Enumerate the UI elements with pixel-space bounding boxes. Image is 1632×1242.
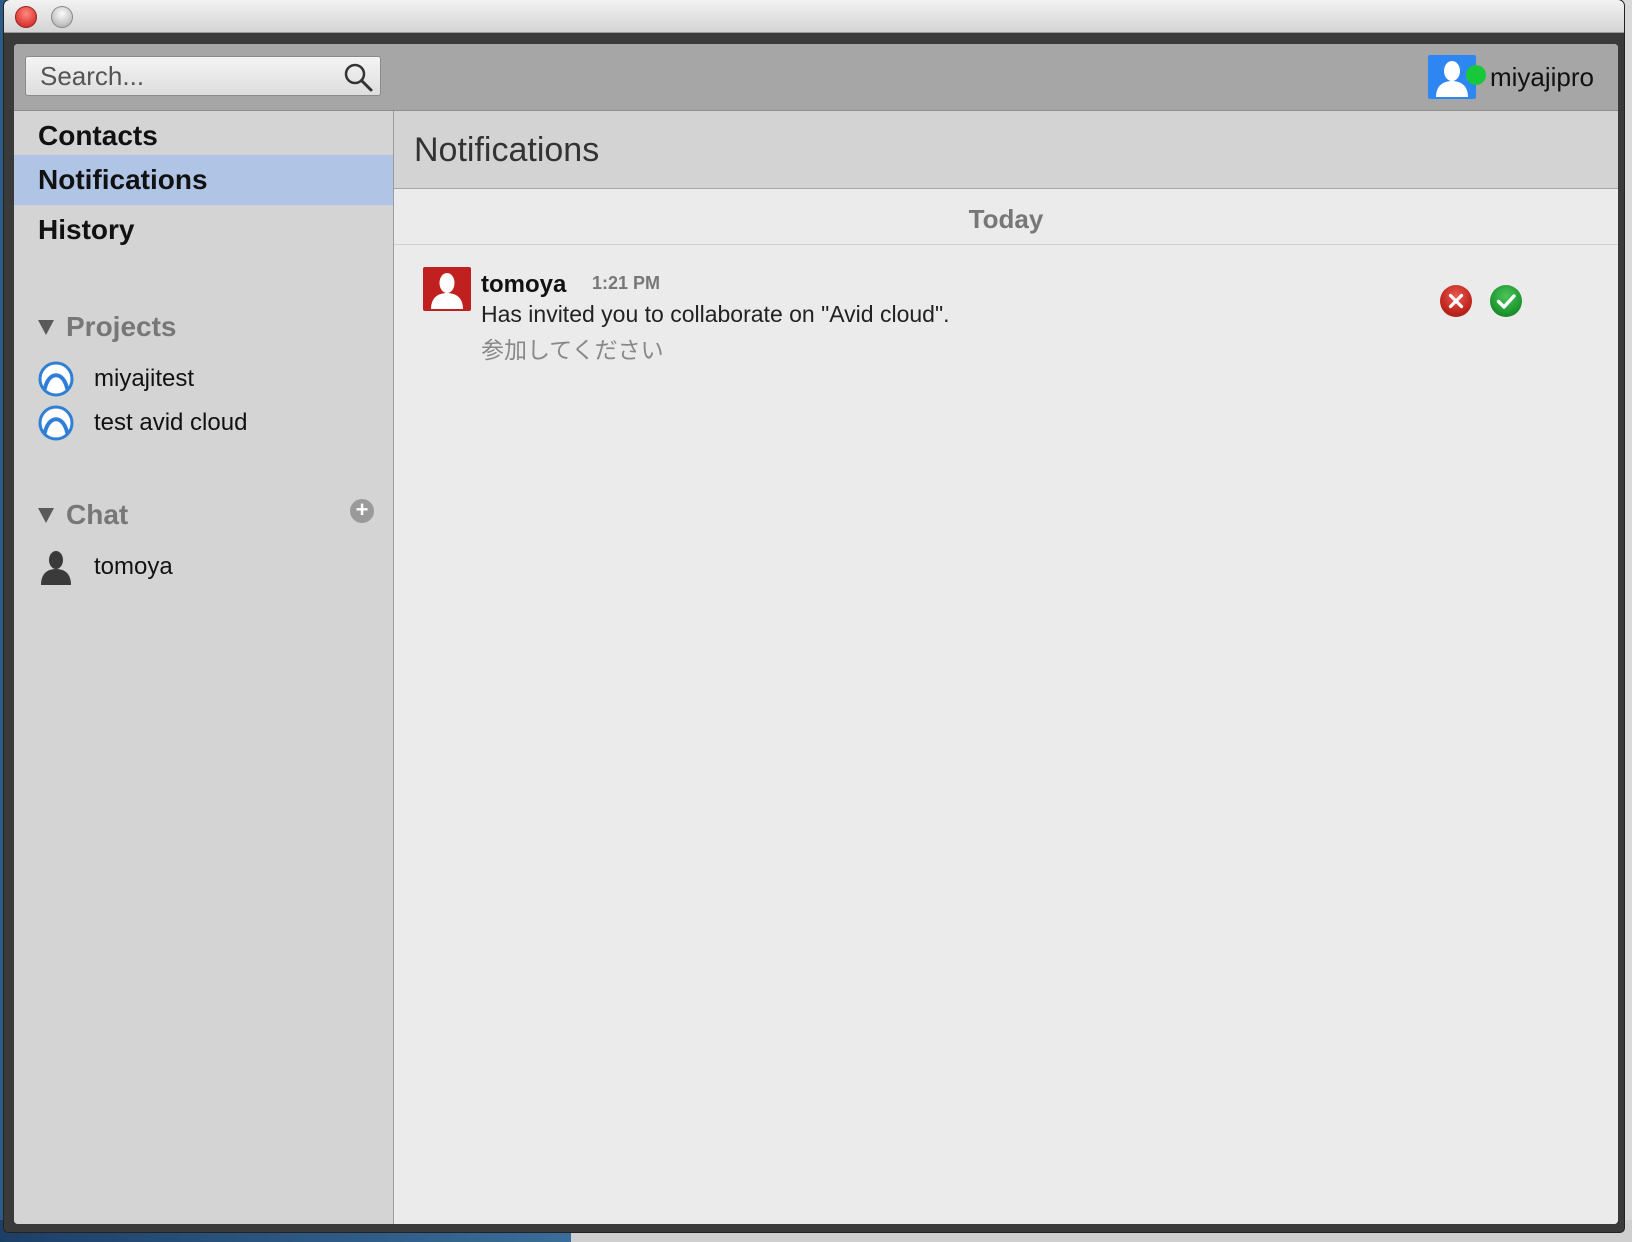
chat-section-title: Chat [66, 499, 129, 530]
chat-item[interactable]: tomoya [38, 547, 173, 587]
notification-sender: tomoya [481, 271, 567, 298]
minimize-window-button[interactable] [51, 6, 73, 28]
person-icon [431, 273, 463, 309]
search-input[interactable] [26, 57, 326, 95]
close-window-button[interactable] [15, 6, 37, 28]
decline-invitation-button[interactable] [1440, 285, 1472, 317]
project-item[interactable]: miyajitest [38, 359, 194, 399]
notification-item: tomoya 1:21 PM Has invited you to collab… [394, 259, 1618, 369]
add-chat-button[interactable]: + [350, 499, 374, 523]
notification-note: 参加してください [481, 338, 664, 364]
project-label: miyajitest [94, 365, 195, 392]
avid-logo-icon [38, 361, 74, 397]
notification-message: Has invited you to collaborate on "Avid … [481, 301, 950, 327]
project-item[interactable]: test avid cloud [38, 403, 247, 443]
project-label: test avid cloud [94, 409, 248, 436]
page-title: Notifications [414, 131, 600, 169]
user-name: miyajipro [1489, 61, 1594, 92]
x-circle-icon [1448, 293, 1464, 309]
app-window: miyajipro Contacts Notifications History… [4, 0, 1624, 1232]
sidebar-item-contacts[interactable]: Contacts [14, 111, 393, 161]
disclosure-triangle-icon [38, 319, 54, 335]
person-icon [1435, 61, 1468, 97]
avid-logo-icon [38, 405, 74, 441]
sidebar: Contacts Notifications History Projects … [14, 111, 394, 1224]
projects-section-header[interactable]: Projects [38, 311, 177, 343]
user-avatar[interactable] [1427, 55, 1486, 99]
main-header: Notifications [394, 111, 1618, 189]
accept-invitation-button[interactable] [1490, 285, 1522, 317]
notification-time: 1:21 PM [592, 273, 661, 293]
person-icon [41, 551, 71, 585]
search-box[interactable] [25, 56, 381, 96]
projects-section-title: Projects [66, 311, 177, 342]
sidebar-item-notifications[interactable]: Notifications [14, 155, 393, 205]
online-status-indicator [1465, 65, 1486, 85]
current-user[interactable]: miyajipro [1427, 54, 1594, 100]
chat-section-header[interactable]: Chat [38, 499, 128, 531]
day-group-header: Today [394, 189, 1618, 245]
check-circle-icon [1496, 294, 1516, 309]
window-titlebar[interactable] [4, 0, 1624, 33]
top-toolbar: miyajipro [14, 44, 1618, 111]
sender-avatar [423, 267, 471, 311]
search-icon[interactable] [342, 61, 374, 93]
sidebar-item-history[interactable]: History [14, 205, 393, 255]
chat-label: tomoya [94, 553, 173, 580]
disclosure-triangle-icon [38, 507, 54, 523]
main-panel: Notifications Today tomoya 1:21 PM Has i… [394, 111, 1618, 1224]
app-content: miyajipro Contacts Notifications History… [14, 44, 1618, 1224]
